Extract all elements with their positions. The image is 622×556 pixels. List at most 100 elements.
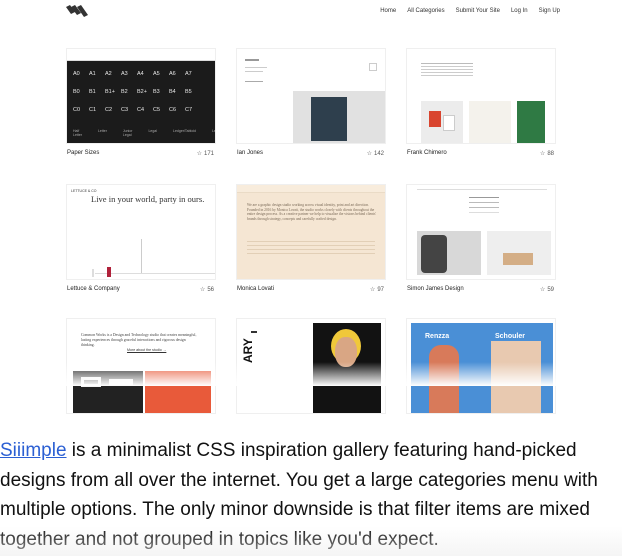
gallery-card-lettuce[interactable]: LETTUCE & CO Live in your world, party i… xyxy=(66,184,216,296)
nav-login[interactable]: Log In xyxy=(511,8,528,14)
gallery-card-paper-sizes[interactable]: A0 A1 A2 A3 A4 A5 A6 A7 B0 B1 B1+ B2 B2+ B3 B4 B5 C0 C1 C2… xyxy=(66,48,216,160)
paper-size-label: B0 xyxy=(73,89,80,95)
nav-submit-site[interactable]: Submit Your Site xyxy=(456,8,500,14)
paper-size-footer-label: Legal xyxy=(148,129,158,133)
paper-size-label: C1 xyxy=(89,107,97,113)
card-stars[interactable]: ☆ 171 xyxy=(197,150,214,157)
thumb-shadow xyxy=(421,235,447,273)
star-icon: ☆ xyxy=(539,151,546,157)
gallery-card-ian-jones[interactable]: Ian Jones ☆ 142 xyxy=(236,48,386,160)
paper-size-label: A5 xyxy=(153,71,160,77)
paper-size-footer-label: Junior Legal xyxy=(122,129,133,137)
nav-all-categories[interactable]: All Categories xyxy=(407,8,444,14)
paper-size-label: C4 xyxy=(137,107,145,113)
paper-size-label: C5 xyxy=(153,107,161,113)
thumb-photo-2 xyxy=(487,231,551,275)
card-stars[interactable]: ☆ 88 xyxy=(540,150,554,157)
thumbnail[interactable]: We are a graphic design studio working a… xyxy=(236,184,386,280)
gallery-card-simon-james[interactable]: Simon James Design ☆ 59 xyxy=(406,184,556,296)
thumb-logo: LETTUCE & CO xyxy=(71,189,97,193)
star-count: 59 xyxy=(547,287,554,293)
thumb-accent-bar xyxy=(107,267,111,277)
gallery-card-frank-chimero[interactable]: Frank Chimero ☆ 88 xyxy=(406,48,556,160)
thumb-header xyxy=(237,185,385,193)
paper-size-label: B5 xyxy=(185,89,192,95)
paper-size-label: B1+ xyxy=(105,89,115,95)
star-icon: ☆ xyxy=(366,151,372,157)
card-title[interactable]: Ian Jones xyxy=(237,150,263,156)
paper-size-label: C3 xyxy=(121,107,129,113)
article-paragraph: Siiimple is a minimalist CSS inspiration… xyxy=(0,436,622,554)
card-stars[interactable]: ☆ 59 xyxy=(540,286,554,293)
card-stars[interactable]: ☆ 97 xyxy=(370,286,384,293)
card-title[interactable]: Paper Sizes xyxy=(67,150,99,156)
paper-size-footer-label: Legal xyxy=(212,129,216,133)
paper-size-label: B4 xyxy=(169,89,176,95)
thumb-nav-line xyxy=(417,189,547,190)
nav-signup[interactable]: Sign Up xyxy=(539,8,560,14)
thumb-tagline: Live in your world, party in ours. xyxy=(91,194,205,204)
thumb-text-lines xyxy=(421,63,473,64)
thumb-line xyxy=(141,239,142,273)
card-title[interactable]: Monica Lovati xyxy=(237,286,274,292)
star-count: 142 xyxy=(373,151,384,157)
card-stars[interactable]: ☆ 142 xyxy=(367,150,384,157)
paper-size-label: C0 xyxy=(73,107,81,113)
siiimple-link[interactable]: Siiimple xyxy=(0,440,67,461)
paper-size-label: C6 xyxy=(169,107,177,113)
thumb-line xyxy=(245,81,263,82)
paper-size-label: A7 xyxy=(185,71,192,77)
thumb-word: Renzza xyxy=(425,333,450,340)
star-count: 97 xyxy=(377,287,384,293)
paper-size-footer: Half Letter Letter Junior Legal Legal Ledger… xyxy=(73,129,216,137)
thumb-header xyxy=(67,49,215,61)
thumb-small-bar xyxy=(92,269,94,277)
thumb-lines xyxy=(247,241,375,242)
thumb-line xyxy=(245,71,263,72)
thumbnail[interactable] xyxy=(236,48,386,144)
paper-size-label: B1 xyxy=(89,89,96,95)
thumb-link: More about the studio → xyxy=(127,348,167,352)
top-nav: Home All Categories Submit Your Site Log… xyxy=(0,0,622,26)
star-count: 171 xyxy=(203,151,214,157)
card-stars[interactable]: ☆ 56 xyxy=(200,286,214,293)
paper-size-footer-label: Half Letter xyxy=(73,129,82,137)
paper-size-label: A4 xyxy=(137,71,144,77)
gallery-card-monica-lovati[interactable]: We are a graphic design studio working a… xyxy=(236,184,386,296)
thumb-text: We are a graphic design studio working a… xyxy=(247,203,377,221)
thumb-menu xyxy=(369,63,377,71)
star-icon: ☆ xyxy=(196,151,202,157)
paper-size-label: B2 xyxy=(121,89,128,95)
paragraph-text: is a minimalist CSS inspiration gallery … xyxy=(0,440,598,550)
card-title[interactable]: Frank Chimero xyxy=(407,150,447,156)
logo-icon[interactable] xyxy=(66,5,88,19)
thumb-logo xyxy=(251,331,257,333)
thumbnail[interactable] xyxy=(406,184,556,280)
paper-size-label: A0 xyxy=(73,71,80,77)
paper-size-footer-label: Letter xyxy=(97,129,107,133)
thumbnail[interactable]: A0 A1 A2 A3 A4 A5 A6 A7 B0 B1 B1+ B2 B2+ B3 B4 B5 C0 C1 C2… xyxy=(66,48,216,144)
thumb-baseline xyxy=(95,273,215,274)
star-icon: ☆ xyxy=(369,287,376,293)
thumb-text-lines xyxy=(469,197,499,198)
paper-size-label: B3 xyxy=(153,89,160,95)
paper-size-label: A3 xyxy=(121,71,128,77)
star-icon: ☆ xyxy=(539,287,546,293)
paper-size-label: A2 xyxy=(105,71,112,77)
card-title[interactable]: Simon James Design xyxy=(407,286,464,292)
paper-size-label: B2+ xyxy=(137,89,147,95)
thumb-project-2 xyxy=(469,101,511,143)
thumbnail[interactable] xyxy=(406,48,556,144)
paper-size-label: C2 xyxy=(105,107,113,113)
thumb-word: Schouler xyxy=(495,333,525,340)
thumb-white-block xyxy=(443,115,455,131)
star-count: 88 xyxy=(547,151,554,157)
thumb-red-block xyxy=(429,111,441,127)
nav-home[interactable]: Home xyxy=(380,8,396,14)
thumb-logo xyxy=(245,59,259,61)
thumb-project-3 xyxy=(517,101,545,143)
thumbnail[interactable]: LETTUCE & CO Live in your world, party i… xyxy=(66,184,216,280)
thumb-line xyxy=(245,67,267,68)
card-title[interactable]: Lettuce & Company xyxy=(67,286,120,292)
thumb-vertical-text: ARY xyxy=(241,338,255,363)
